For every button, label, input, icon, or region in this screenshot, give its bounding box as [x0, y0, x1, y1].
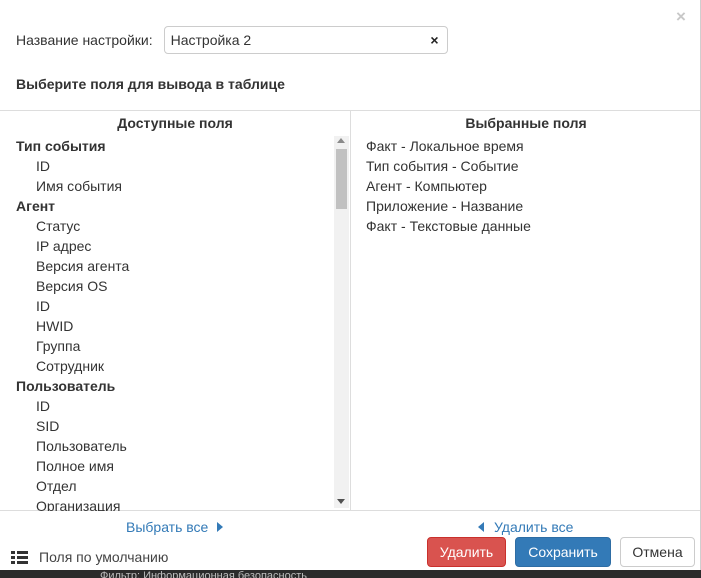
setting-name-label: Название настройки: — [16, 32, 153, 48]
scroll-up-icon[interactable] — [337, 138, 345, 143]
available-field-item[interactable]: Отдел — [0, 476, 334, 496]
arrow-left-icon — [478, 522, 484, 532]
remove-all-link[interactable]: Удалить все — [478, 517, 573, 537]
available-field-item[interactable]: Имя события — [0, 176, 334, 196]
available-field-item[interactable]: Статус — [0, 216, 334, 236]
setting-name-field: × — [163, 26, 448, 54]
list-icon — [11, 550, 28, 564]
selected-field-item[interactable]: Тип события - Событие — [366, 156, 696, 176]
field-settings-dialog: × Название настройки: × Выберите поля дл… — [0, 0, 701, 570]
available-field-item[interactable]: IP адрес — [0, 236, 334, 256]
available-field-item[interactable]: ID — [0, 396, 334, 416]
available-field-item[interactable]: HWID — [0, 316, 334, 336]
selected-field-item[interactable]: Факт - Текстовые данные — [366, 216, 696, 236]
available-field-item[interactable]: ID — [0, 296, 334, 316]
scroll-thumb[interactable] — [336, 149, 347, 209]
available-field-item[interactable]: SID — [0, 416, 334, 436]
default-fields-label: Поля по умолчанию — [39, 549, 169, 565]
scroll-down-icon[interactable] — [337, 499, 345, 504]
cancel-button[interactable]: Отмена — [620, 537, 695, 567]
available-field-item[interactable]: Группа — [0, 336, 334, 356]
default-fields-link[interactable]: Поля по умолчанию — [11, 546, 168, 568]
section-title: Выберите поля для вывода в таблице — [16, 76, 285, 92]
selected-field-item[interactable]: Приложение - Название — [366, 196, 696, 216]
field-group-heading: Пользователь — [16, 378, 116, 394]
background-text: Фильтр: Информационная безопасность — [100, 570, 307, 578]
setting-name-input[interactable] — [164, 27, 447, 53]
field-group-heading: Тип события — [16, 138, 106, 154]
save-button[interactable]: Сохранить — [515, 537, 611, 567]
available-field-item[interactable]: ID — [0, 156, 334, 176]
available-fields-list[interactable]: Тип события ID Имя события Агент Статус IP ад… — [0, 136, 334, 511]
available-field-item[interactable]: Полное имя — [0, 456, 334, 476]
selected-field-item[interactable]: Агент - Компьютер — [366, 176, 696, 196]
field-panels: Доступные поля Тип события ID Имя события А… — [0, 110, 700, 511]
clear-input-icon[interactable]: × — [430, 30, 438, 50]
available-fields-header: Доступные поля — [117, 115, 233, 131]
selected-fields-header: Выбранные поля — [465, 115, 587, 131]
close-icon[interactable]: × — [672, 6, 690, 28]
select-all-link[interactable]: Выбрать все — [126, 517, 224, 537]
remove-all-label: Удалить все — [494, 519, 574, 535]
available-fields-scrollbar[interactable] — [334, 136, 349, 508]
delete-button[interactable]: Удалить — [427, 537, 506, 567]
field-group-heading: Агент — [16, 198, 56, 214]
available-field-item[interactable]: Версия OS — [0, 276, 334, 296]
available-fields-panel: Доступные поля Тип события ID Имя события А… — [0, 111, 351, 511]
available-field-item[interactable]: Версия агента — [0, 256, 334, 276]
available-field-item[interactable]: Сотрудник — [0, 356, 334, 376]
selected-fields-panel: Выбранные поля Факт - Локальное время Тип… — [352, 111, 700, 511]
available-field-item[interactable]: Пользователь — [0, 436, 334, 456]
setting-name-row: Название настройки: × — [16, 26, 448, 54]
selected-field-item[interactable]: Факт - Локальное время — [366, 136, 696, 156]
background-page: Фильтр: Информационная безопасность — [0, 570, 701, 578]
arrow-right-icon — [217, 522, 224, 532]
select-all-label: Выбрать все — [126, 519, 209, 535]
available-field-item[interactable]: Организация — [0, 496, 334, 511]
selected-fields-list[interactable]: Факт - Локальное время Тип события - Собы… — [366, 136, 696, 236]
